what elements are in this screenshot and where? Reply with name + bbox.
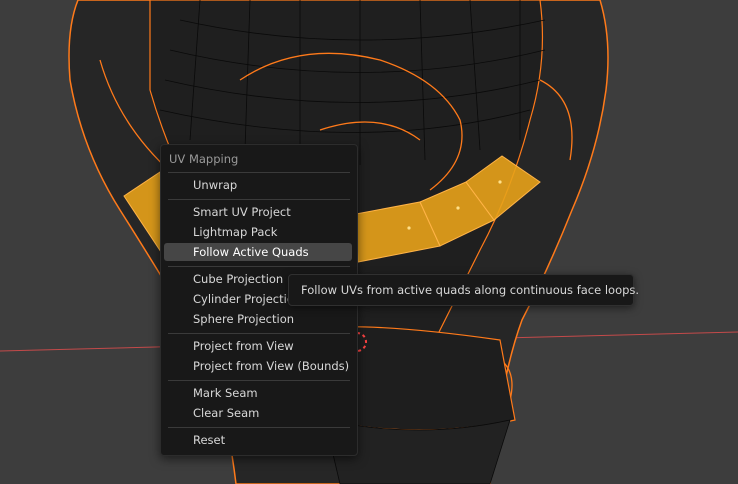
menu-item-label: Unwrap [193,178,238,192]
3d-viewport[interactable] [0,0,738,484]
menu-item-label: Cube Projection [193,272,284,286]
menu-item-reset[interactable]: Reset [164,431,352,449]
tooltip: Follow UVs from active quads along conti… [288,274,639,306]
menu-item-label: Lightmap Pack [193,225,278,239]
menu-item-clear-seam[interactable]: Clear Seam [164,404,352,422]
menu-item-label: Reset [193,433,226,447]
menu-item-unwrap[interactable]: Unwrap [164,176,352,194]
menu-title: UV Mapping [169,152,239,166]
menu-item-label: Sphere Projection [193,312,295,326]
menu-item-smart-uv-project[interactable]: Smart UV Project [164,203,352,221]
menu-item-label: Project from View [193,339,294,353]
menu-item-sphere-projection[interactable]: Sphere Projection [164,310,352,328]
menu-separator [168,333,350,334]
menu-item-label: Smart UV Project [193,205,291,219]
menu-item-label: Cylinder Projection [193,292,302,306]
menu-separator [168,266,350,267]
menu-separator [168,427,350,428]
menu-separator [168,172,350,173]
tooltip-text: Follow UVs from active quads along conti… [301,283,640,297]
menu-item-lightmap-pack[interactable]: Lightmap Pack [164,223,352,241]
menu-item-follow-active-quads[interactable]: Follow Active Quads [164,243,352,261]
menu-item-project-from-view[interactable]: Project from View [164,337,352,355]
menu-item-label: Project from View (Bounds) [193,359,350,373]
menu-separator [168,199,350,200]
menu-separator [168,380,350,381]
menu-item-label: Mark Seam [193,386,258,400]
menu-item-label: Clear Seam [193,406,260,420]
menu-item-label: Follow Active Quads [193,245,309,259]
menu-item-mark-seam[interactable]: Mark Seam [164,384,352,402]
menu-item-project-from-view-bounds[interactable]: Project from View (Bounds) [164,357,352,375]
